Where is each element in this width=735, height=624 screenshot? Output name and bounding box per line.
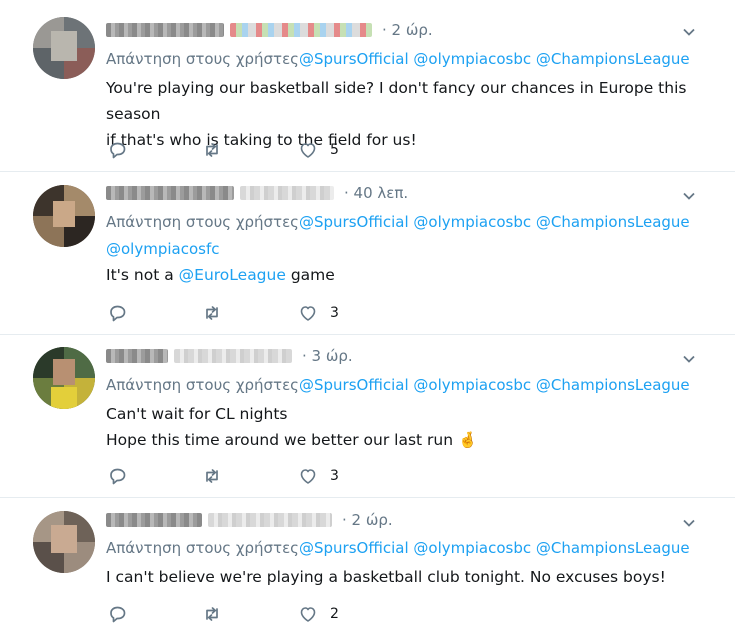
mention-link[interactable]: @olympiacosfc [106, 240, 219, 258]
mention-link[interactable]: @ChampionsLeague [536, 213, 690, 231]
mention-link[interactable]: @EuroLeague [179, 266, 286, 284]
reply-button[interactable] [108, 140, 128, 160]
tweet-text: I can't believe we're playing a basketba… [106, 564, 716, 590]
display-name[interactable] [106, 513, 202, 527]
timestamp[interactable]: · 3 ώρ. [302, 347, 353, 365]
timestamp[interactable]: · 2 ώρ. [342, 511, 393, 529]
tweet[interactable]: · 2 ώρ. Απάντηση στους χρήστες@SpursOffi… [0, 0, 735, 172]
tweet[interactable]: · 2 ώρ. Απάντηση στους χρήστες@SpursOffi… [0, 498, 735, 623]
like-count: 3 [330, 468, 339, 484]
mention-link[interactable]: @SpursOfficial [299, 376, 409, 394]
replying-to: Απάντηση στους χρήστες@SpursOfficial @ol… [106, 46, 706, 73]
heart-icon [300, 143, 316, 158]
retweet-button[interactable] [202, 140, 222, 160]
tweet-text-segment: game [285, 266, 335, 284]
timestamp[interactable]: · 40 λεπ. [344, 184, 408, 202]
tweet-header: · 3 ώρ. [106, 345, 353, 367]
mention-link[interactable]: @olympiacosbc [413, 376, 531, 394]
tweet-text: Can't wait for CL nights Hope this time … [106, 401, 716, 453]
replying-to: Απάντηση στους χρήστες@SpursOfficial @ol… [106, 209, 706, 263]
reply-button[interactable] [108, 303, 128, 323]
tweet[interactable]: · 40 λεπ. Απάντηση στους χρήστες@SpursOf… [0, 172, 735, 335]
display-name[interactable] [106, 186, 234, 200]
avatar[interactable] [33, 511, 95, 573]
like-count: 2 [330, 606, 339, 622]
username[interactable] [240, 186, 334, 200]
retweet-button[interactable] [202, 303, 222, 323]
reply-icon [110, 142, 126, 159]
display-name[interactable] [106, 349, 168, 363]
reply-icon [110, 305, 126, 322]
timestamp[interactable]: · 2 ώρ. [382, 21, 433, 39]
reply-prefix: Απάντηση στους χρήστες [106, 376, 299, 394]
tweet-header: · 2 ώρ. [106, 19, 433, 41]
replying-to: Απάντηση στους χρήστες@SpursOfficial @ol… [106, 372, 706, 399]
avatar[interactable] [33, 185, 95, 247]
chevron-down-icon[interactable] [681, 351, 697, 367]
mention-link[interactable]: @olympiacosbc [413, 539, 531, 557]
tweet-text-line: You're playing our basketball side? I do… [106, 79, 687, 123]
like-count: 3 [330, 305, 339, 321]
like-button[interactable]: 3 [298, 466, 339, 486]
reply-prefix: Απάντηση στους χρήστες [106, 50, 299, 68]
mention-link[interactable]: @ChampionsLeague [536, 539, 690, 557]
like-button[interactable]: 3 [298, 303, 339, 323]
heart-icon [300, 469, 316, 484]
retweet-icon [206, 306, 218, 320]
retweet-button[interactable] [202, 604, 222, 624]
like-button[interactable]: 2 [298, 604, 339, 624]
tweet-text-line: Hope this time around we better our last… [106, 427, 716, 453]
heart-icon [300, 607, 316, 622]
username[interactable] [230, 23, 372, 37]
reply-button[interactable] [108, 466, 128, 486]
tweet-header: · 2 ώρ. [106, 509, 393, 531]
retweet-button[interactable] [202, 466, 222, 486]
retweet-icon [206, 607, 218, 621]
username[interactable] [208, 513, 332, 527]
like-button[interactable]: 5 [298, 140, 339, 160]
mention-link[interactable]: @SpursOfficial [299, 539, 409, 557]
reply-prefix: Απάντηση στους χρήστες [106, 213, 299, 231]
heart-icon [300, 306, 316, 321]
mention-link[interactable]: @ChampionsLeague [536, 50, 690, 68]
reply-icon [110, 606, 126, 623]
mention-link[interactable]: @SpursOfficial [299, 213, 409, 231]
chevron-down-icon[interactable] [681, 515, 697, 531]
tweet-text-line: if that's who is taking to the field for… [106, 131, 417, 149]
retweet-icon [206, 143, 218, 157]
tweet-text-segment: Hope this time around we better our last… [106, 431, 454, 449]
tweet[interactable]: · 3 ώρ. Απάντηση στους χρήστες@SpursOffi… [0, 335, 735, 498]
chevron-down-icon[interactable] [681, 188, 697, 204]
avatar[interactable] [33, 17, 95, 79]
mention-link[interactable]: @olympiacosbc [413, 50, 531, 68]
tweet-text-line: I can't believe we're playing a basketba… [106, 568, 666, 586]
mention-link[interactable]: @olympiacosbc [413, 213, 531, 231]
mention-link[interactable]: @ChampionsLeague [536, 376, 690, 394]
tweet-text-segment: It's not a [106, 266, 179, 284]
mention-link[interactable]: @SpursOfficial [299, 50, 409, 68]
reply-prefix: Απάντηση στους χρήστες [106, 539, 299, 557]
tweet-text: It's not a @EuroLeague game [106, 262, 716, 288]
tweet-header: · 40 λεπ. [106, 182, 408, 204]
tweet-text: You're playing our basketball side? I do… [106, 75, 716, 153]
crossed-fingers-icon: 🤞 [457, 431, 478, 449]
replying-to: Απάντηση στους χρήστες@SpursOfficial @ol… [106, 535, 706, 562]
avatar[interactable] [33, 347, 95, 409]
display-name[interactable] [106, 23, 224, 37]
reply-feed: · 2 ώρ. Απάντηση στους χρήστες@SpursOffi… [0, 0, 735, 623]
tweet-text-line: Can't wait for CL nights [106, 405, 288, 423]
reply-icon [110, 468, 126, 485]
username[interactable] [174, 349, 292, 363]
like-count: 5 [330, 142, 339, 158]
retweet-icon [206, 469, 218, 483]
reply-button[interactable] [108, 604, 128, 624]
chevron-down-icon[interactable] [681, 24, 697, 40]
